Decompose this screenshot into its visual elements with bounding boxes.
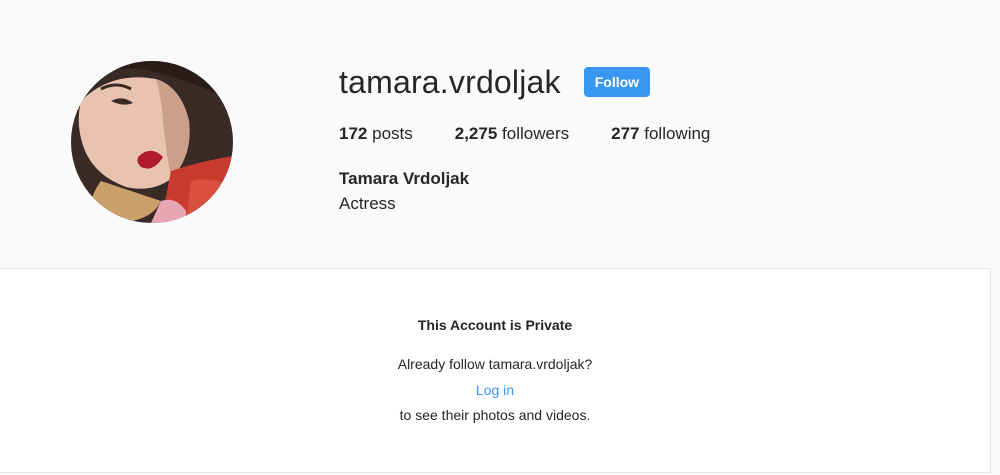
already-follow-text: Already follow tamara.vrdoljak? (397, 356, 593, 372)
login-link[interactable]: Log in (476, 382, 514, 398)
stat-posts-count: 172 (339, 124, 368, 143)
profile-username: tamara.vrdoljak (339, 64, 561, 100)
stat-following-count: 277 (611, 124, 640, 143)
username-row: tamara.vrdoljak Follow (339, 62, 651, 102)
profile-bio: Actress (339, 194, 396, 213)
private-account-subtitle: to see their photos and videos. (399, 407, 591, 423)
stat-followers[interactable]: 2,275 followers (455, 123, 569, 145)
profile-page: tamara.vrdoljak Follow 172 posts 2,275 f… (0, 0, 1000, 475)
stat-followers-label: followers (502, 124, 570, 143)
profile-full-name: Tamara Vrdoljak (339, 169, 470, 188)
stat-followers-count: 2,275 (454, 124, 498, 143)
stat-posts-label: posts (372, 124, 413, 143)
private-account-panel: This Account is Private Already follow t… (0, 268, 991, 473)
stat-following[interactable]: 277 following (611, 123, 710, 145)
private-account-title: This Account is Private (417, 317, 573, 333)
profile-stats: 172 posts 2,275 followers 277 following (339, 123, 752, 145)
avatar-photo (71, 61, 233, 223)
login-link-row: Log in (0, 381, 990, 399)
stat-posts: 172 posts (339, 123, 413, 145)
profile-avatar[interactable] (71, 61, 233, 223)
follow-button[interactable]: Follow (583, 67, 651, 97)
stat-following-label: following (644, 124, 711, 143)
